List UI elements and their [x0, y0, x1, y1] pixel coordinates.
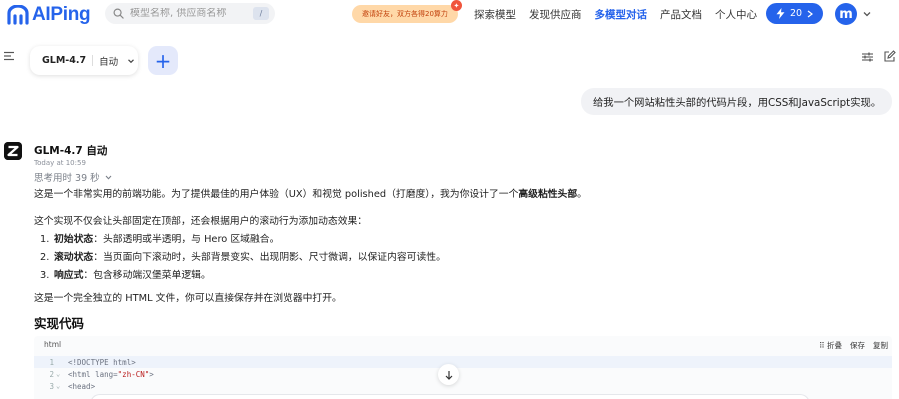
code-token: <!DOCTYPE html>	[68, 357, 136, 367]
nav-explore-models[interactable]: 探索模型	[474, 7, 516, 22]
description-paragraph: 这个实现不仅会让头部固定在顶部，还会根据用户的滚动行为添加动态效果：	[34, 216, 368, 227]
code-line: 1 <!DOCTYPE html>	[34, 356, 892, 368]
promo-badge-icon: ✦	[450, 0, 462, 11]
search-box[interactable]: /	[105, 3, 275, 24]
collapse-label: 折叠	[827, 341, 842, 350]
code-line: 3 ⌄ <head>	[34, 380, 892, 392]
avatar[interactable]: m	[835, 3, 857, 25]
list-item-title: 滚动状态	[54, 252, 94, 263]
code-token: >	[149, 369, 154, 379]
list-item: 1. 初始状态：头部透明或半透明，与 Hero 区域融合。	[40, 231, 279, 245]
code-block-header: html ⠿ 折叠 保存 复制	[34, 336, 892, 354]
model-name: GLM-4.7	[42, 55, 87, 66]
code-line: 2 ⌄ <html lang="zh-CN">	[34, 368, 892, 380]
nav-multi-model-chat[interactable]: 多模型对话	[595, 7, 648, 22]
closing-paragraph: 这是一个完全独立的 HTML 文件，你可以直接保存并在浏览器中打开。	[34, 293, 342, 304]
list-item: 3. 响应式：包含移动端汉堡菜单逻辑。	[40, 267, 211, 281]
list-number: 1.	[40, 234, 50, 245]
nav-personal-center[interactable]: 个人中心	[715, 7, 757, 22]
scroll-to-bottom-button[interactable]	[438, 364, 459, 385]
top-nav-bar: AIPing / 邀请好友，双方各得20算力 ✦ 探索模型 发现供应商 多模型对…	[0, 0, 899, 30]
list-item-text: ：当页面向下滚动时，头部背景变实、出现阴影、尺寸微调，以保证内容可读性。	[93, 252, 446, 263]
search-input[interactable]	[130, 8, 250, 19]
divider	[92, 55, 94, 66]
model-selector[interactable]: GLM-4.7 自动	[30, 46, 138, 75]
fold-toggle-icon[interactable]: ⌄	[56, 382, 65, 390]
add-model-button[interactable]: +	[148, 46, 178, 75]
nav-discover-providers[interactable]: 发现供应商	[529, 7, 582, 22]
list-number: 3.	[40, 270, 50, 281]
settings-sliders-icon[interactable]	[861, 51, 874, 63]
code-actions: ⠿ 折叠 保存 复制	[819, 340, 888, 351]
main-nav: 探索模型 发现供应商 多模型对话 产品文档 个人中心	[474, 7, 757, 22]
invite-promo-button[interactable]: 邀请好友，双方各得20算力 ✦	[352, 0, 462, 23]
new-chat-edit-icon[interactable]	[883, 50, 896, 63]
credits-value: 20	[789, 8, 803, 19]
zhipu-model-icon	[4, 142, 22, 160]
intro-paragraph: 这是一个非常实用的前端功能。为了提供最佳的用户体验（UX）和视觉 polishe…	[34, 186, 587, 200]
list-number: 2.	[40, 252, 50, 263]
code-block: html ⠿ 折叠 保存 复制 1 <!DOCTYPE html> 2 ⌄ <h…	[34, 336, 892, 399]
list-item-text: ：头部透明或半透明，与 Hero 区域融合。	[93, 234, 280, 245]
list-item-title: 响应式	[54, 270, 84, 281]
logo-icon	[7, 5, 29, 25]
chevron-down-icon	[105, 175, 112, 180]
search-icon	[113, 8, 124, 19]
user-message-bubble: 给我一个网站粘性头部的代码片段，用CSS和JavaScript实现。	[581, 88, 892, 115]
chevron-right-icon	[807, 9, 814, 18]
fold-toggle-icon[interactable]: ⌄	[56, 370, 65, 378]
message-timestamp: Today at 10:59	[34, 159, 86, 167]
logo-text: AIPing	[32, 4, 91, 25]
arrow-down-icon	[445, 370, 452, 380]
thinking-duration: 思考用时 39 秒	[34, 173, 100, 184]
invite-promo-label: 邀请好友，双方各得20算力	[362, 10, 448, 18]
collapse-code-button[interactable]: ⠿ 折叠	[819, 340, 842, 351]
collapse-icon: ⠿	[819, 341, 825, 350]
code-text: <html lang="zh-CN">	[68, 370, 154, 379]
list-item: 2. 滚动状态：当页面向下滚动时，头部背景变实、出现阴影、尺寸微调，以保证内容可读…	[40, 249, 446, 263]
line-number: 3	[49, 381, 54, 391]
copy-code-button[interactable]: 复制	[873, 340, 888, 351]
sidebar-toggle-icon[interactable]	[3, 50, 15, 62]
nav-product-docs[interactable]: 产品文档	[660, 7, 702, 22]
chat-input-box[interactable]	[90, 394, 810, 399]
lightning-icon	[776, 8, 785, 19]
code-language-label: html	[44, 340, 62, 349]
chevron-down-icon	[128, 58, 135, 63]
line-number: 2	[49, 369, 54, 379]
credits-button[interactable]: 20	[766, 3, 823, 24]
intro-bold-text: 高级粘性头部	[518, 189, 578, 200]
code-section-heading: 实现代码	[34, 316, 85, 331]
search-shortcut-key: /	[253, 7, 269, 20]
code-token: <html lang=	[68, 369, 118, 379]
code-text: <!DOCTYPE html>	[68, 358, 136, 367]
line-number: 1	[49, 357, 54, 367]
logo[interactable]: AIPing	[6, 4, 91, 26]
list-item-title: 初始状态	[54, 234, 94, 245]
intro-text: 这是一个非常实用的前端功能。为了提供最佳的用户体验（UX）和视觉 polishe…	[34, 189, 519, 200]
chevron-down-icon[interactable]	[861, 8, 873, 20]
list-item-text: ：包含移动端汉堡菜单逻辑。	[83, 270, 211, 281]
code-text: <head>	[68, 382, 95, 391]
intro-suffix: 。	[577, 189, 587, 200]
user-message-text: 给我一个网站粘性头部的代码片段，用CSS和JavaScript实现。	[593, 97, 882, 109]
code-token: <head>	[68, 381, 96, 391]
save-code-button[interactable]: 保存	[850, 340, 865, 351]
code-string: "zh-CN"	[117, 369, 150, 379]
model-mode: 自动	[99, 56, 119, 68]
assistant-name: GLM-4.7 自动	[34, 145, 108, 157]
thinking-toggle[interactable]: 思考用时 39 秒	[34, 170, 113, 184]
